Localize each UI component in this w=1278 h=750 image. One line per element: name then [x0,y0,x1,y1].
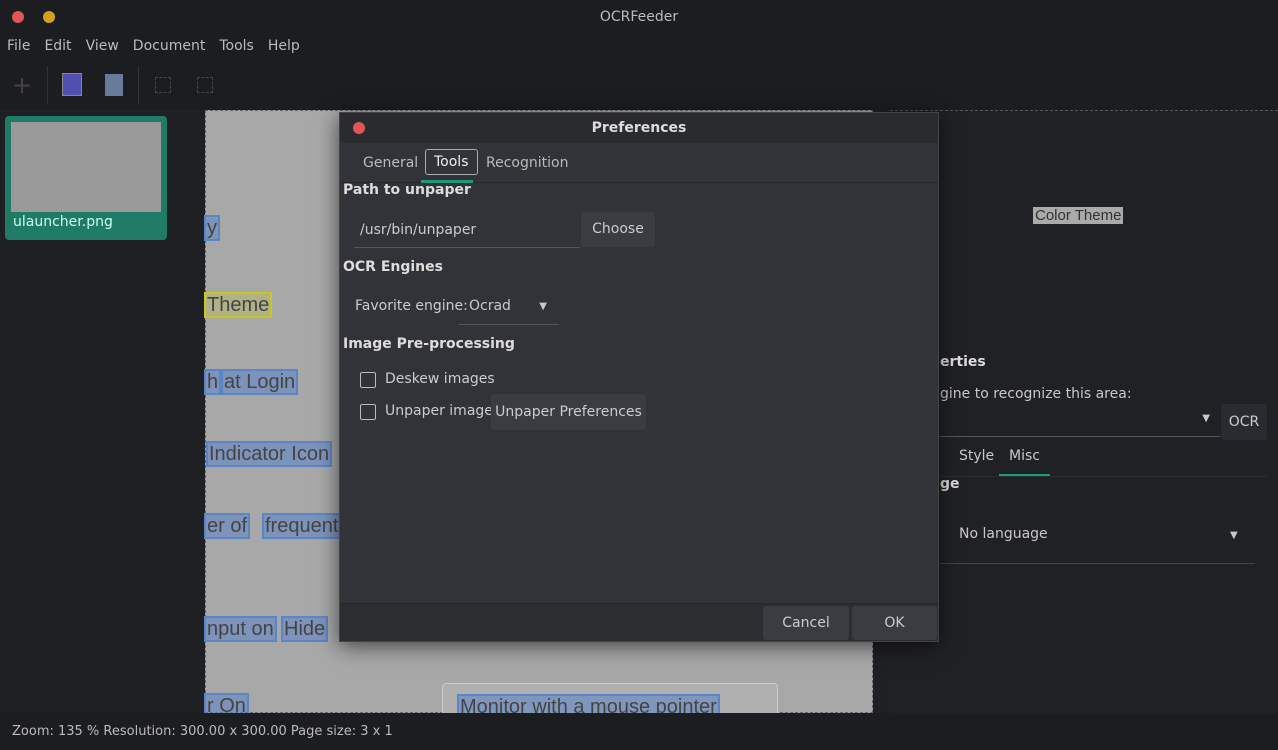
ocr-button[interactable]: OCR [1221,404,1267,440]
unpaper-preferences-button[interactable]: Unpaper Preferences [491,394,646,430]
thumbnail-image [11,122,161,212]
dialog-title: Preferences [340,113,938,143]
text-icon[interactable] [105,74,123,96]
dialog-tabs: General Tools Recognition [340,143,938,183]
language-title: ge [940,476,960,492]
tab-recognition[interactable]: Recognition [478,149,576,177]
unpaper-checkbox[interactable] [360,404,376,420]
engine-label: gine to recognize this area: [940,386,1132,402]
text-area[interactable]: Indicator Icon [206,441,333,467]
section-title: erties [940,354,986,370]
chevron-down-icon: ▼ [539,301,547,312]
unpaper-label[interactable]: Unpaper images [385,403,500,419]
text-area[interactable]: y [204,215,220,241]
menu-help[interactable]: Help [261,34,307,58]
language-value[interactable]: No language [959,526,1048,542]
favorite-engine-value: Ocrad [469,298,511,314]
area-preview-text: Color Theme [1033,207,1124,224]
status-bar: Zoom: 135 % Resolution: 300.00 x 300.00 … [0,713,1278,750]
tab-style[interactable]: Style [959,448,994,464]
title-bar: OCRFeeder [0,0,1278,34]
zoom-fit-icon[interactable] [155,77,171,93]
deskew-label[interactable]: Deskew images [385,371,495,387]
window-title: OCRFeeder [599,9,679,25]
menu-view[interactable]: View [79,34,126,58]
menu-document[interactable]: Document [126,34,213,58]
thumbnail-label: ulauncher.png [13,214,113,230]
path-section-title: Path to unpaper [343,182,471,198]
recognize-document-icon[interactable] [62,73,82,96]
choose-button[interactable]: Choose [581,212,655,247]
close-button[interactable] [12,11,24,23]
preferences-dialog: Preferences General Tools Recognition Pa… [339,112,939,642]
divider [940,563,1255,564]
deskew-checkbox[interactable] [360,372,376,388]
menu-tools[interactable]: Tools [212,34,261,58]
minimize-button[interactable] [43,11,55,23]
favorite-engine-combo[interactable]: Ocrad ▼ [459,290,559,325]
toolbar: + [0,60,1278,110]
dialog-close-button[interactable] [353,122,365,134]
text-area[interactable]: Hide [281,616,329,642]
cancel-button[interactable]: Cancel [763,606,849,640]
text-area[interactable]: nput on [204,616,277,642]
zoom-expand-icon[interactable] [197,77,213,93]
unpaper-path-input[interactable]: /usr/bin/unpaper [354,214,580,248]
text-area-selected[interactable]: Theme [204,292,273,318]
engine-combo[interactable]: ▼ [940,407,1220,437]
tab-misc[interactable]: Misc [999,448,1050,476]
tab-general[interactable]: General [355,149,426,177]
chevron-down-icon[interactable]: ▼ [1230,530,1238,541]
divider [940,476,1267,477]
tab-tools[interactable]: Tools [425,149,478,175]
divider [138,66,139,104]
divider [47,66,48,104]
menu-edit[interactable]: Edit [37,34,78,58]
text-area[interactable]: er of [204,513,251,539]
favorite-engine-label: Favorite engine: [355,298,468,314]
dialog-footer: Cancel OK [340,603,938,641]
add-icon[interactable]: + [12,72,36,98]
engines-section-title: OCR Engines [343,259,443,275]
menu-file[interactable]: File [0,34,37,58]
page-thumbnail[interactable]: ulauncher.png [5,116,167,240]
ok-button[interactable]: OK [852,606,937,640]
preprocessing-section-title: Image Pre-processing [343,336,515,352]
properties-panel: Color Theme erties gine to recognize thi… [890,110,1278,713]
chevron-down-icon: ▼ [1202,413,1210,424]
text-area[interactable]: h [204,369,222,395]
menu-bar: File Edit View Document Tools Help [0,34,1278,60]
divider [890,110,1278,111]
text-area[interactable]: at Login [221,369,299,395]
